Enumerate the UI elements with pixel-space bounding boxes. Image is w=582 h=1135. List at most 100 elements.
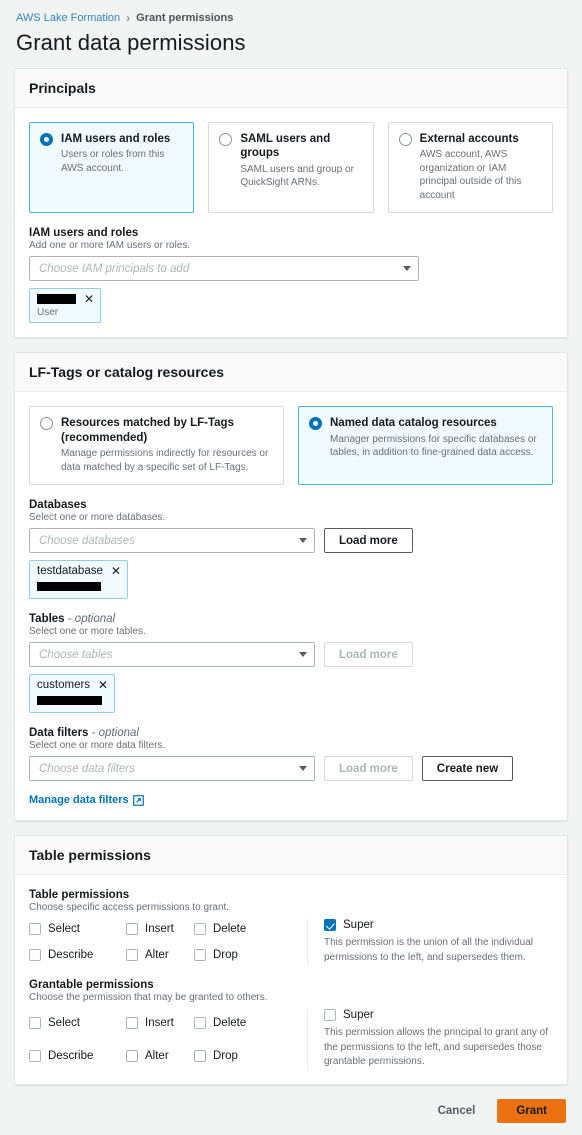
database-token: testdatabase ✕ bbox=[29, 560, 128, 600]
checkbox-icon bbox=[29, 949, 41, 962]
tables-select[interactable]: Choose tables bbox=[29, 642, 315, 668]
permissions-group-description: Choose specific access permissions to gr… bbox=[29, 902, 230, 914]
data-filters-optional-marker: - optional bbox=[91, 727, 139, 740]
permissions-super-area: Super This permission allows the princip… bbox=[307, 1009, 553, 1070]
databases-load-more-button[interactable]: Load more bbox=[324, 528, 413, 554]
checkbox-table-alter[interactable]: Alter bbox=[126, 946, 194, 966]
checkbox-icon bbox=[29, 1050, 41, 1063]
checkbox-icon bbox=[194, 922, 206, 935]
principal-option-title: SAML users and groups bbox=[240, 133, 331, 160]
checkbox-label: Alter bbox=[145, 1050, 169, 1063]
chevron-down-icon bbox=[299, 652, 307, 658]
principals-panel-header: Principals bbox=[15, 69, 567, 108]
iam-principal-token-list: ✕ User bbox=[29, 288, 553, 324]
checkbox-label: Select bbox=[48, 922, 80, 935]
permissions-group-table: Table permissions Choose specific access… bbox=[29, 889, 553, 966]
principal-option-saml-users-and-groups[interactable]: SAML users and groups SAML users and gro… bbox=[208, 122, 374, 214]
manage-data-filters-link[interactable]: Manage data filters bbox=[29, 794, 144, 806]
iam-principals-placeholder: Choose IAM principals to add bbox=[39, 262, 190, 275]
table-permissions-panel: Table permissions Table permissions Choo… bbox=[14, 835, 568, 1085]
checkbox-label: Super bbox=[343, 1009, 374, 1022]
data-filters-placeholder: Choose data filters bbox=[39, 762, 135, 775]
principal-option-external-accounts[interactable]: External accounts AWS account, AWS organ… bbox=[387, 122, 553, 214]
checkbox-label: Delete bbox=[213, 922, 247, 935]
checkbox-grantable-super[interactable]: Super bbox=[324, 1009, 553, 1022]
databases-select[interactable]: Choose databases bbox=[29, 528, 315, 554]
principal-option-iam-users-and-roles[interactable]: IAM users and roles Users or roles from … bbox=[29, 122, 195, 214]
principals-panel-body: IAM users and roles Users or roles from … bbox=[15, 108, 567, 337]
principal-option-description: Users or roles from this AWS account. bbox=[61, 149, 165, 174]
checkbox-label: Super bbox=[343, 919, 374, 932]
data-filters-select[interactable]: Choose data filters bbox=[29, 756, 315, 782]
iam-principals-description: Add one or more IAM users or roles. bbox=[29, 240, 191, 252]
remove-token-icon[interactable]: ✕ bbox=[84, 293, 94, 305]
checkbox-table-insert[interactable]: Insert bbox=[126, 919, 194, 939]
checkbox-icon bbox=[324, 1009, 336, 1022]
checkbox-grantable-describe[interactable]: Describe bbox=[29, 1043, 126, 1070]
principal-option-title: External accounts bbox=[419, 133, 519, 145]
resource-type-radio-group: Resources matched by LF-Tags (recommende… bbox=[29, 406, 553, 486]
tables-label-text: Tables bbox=[29, 613, 65, 626]
iam-principals-select[interactable]: Choose IAM principals to add bbox=[29, 256, 419, 282]
databases-label: Databases bbox=[29, 499, 87, 512]
checkbox-table-select[interactable]: Select bbox=[29, 919, 126, 939]
breadcrumb-link-root[interactable]: AWS Lake Formation bbox=[16, 12, 120, 24]
checkbox-icon bbox=[126, 1016, 138, 1029]
checkbox-icon bbox=[29, 1016, 41, 1029]
checkbox-grantable-select[interactable]: Select bbox=[29, 1009, 126, 1036]
checkbox-grantable-alter[interactable]: Alter bbox=[126, 1043, 194, 1070]
databases-field: Databases Select one or more databases. … bbox=[29, 499, 553, 600]
checkbox-icon bbox=[194, 949, 206, 962]
grant-button[interactable]: Grant bbox=[497, 1098, 566, 1123]
remove-token-icon[interactable]: ✕ bbox=[111, 565, 121, 577]
cancel-button[interactable]: Cancel bbox=[434, 1100, 480, 1122]
checkbox-label: Alter bbox=[145, 949, 169, 962]
checkbox-icon bbox=[194, 1016, 206, 1029]
checkbox-icon bbox=[194, 1050, 206, 1063]
redacted-database-sublabel bbox=[37, 582, 101, 592]
checkbox-grantable-insert[interactable]: Insert bbox=[126, 1009, 194, 1036]
checkbox-table-drop[interactable]: Drop bbox=[194, 946, 307, 966]
checkbox-label: Describe bbox=[48, 949, 94, 962]
checkbox-label: Insert bbox=[145, 1016, 174, 1029]
radio-unselected-icon bbox=[40, 417, 53, 431]
data-filters-load-more-button: Load more bbox=[324, 756, 413, 782]
tables-field: Tables - optional Select one or more tab… bbox=[29, 613, 553, 714]
checkbox-table-super[interactable]: Super bbox=[324, 919, 553, 932]
radio-selected-icon bbox=[40, 133, 53, 146]
resource-option-lf-tags[interactable]: Resources matched by LF-Tags (recommende… bbox=[29, 406, 284, 486]
radio-unselected-icon bbox=[219, 133, 233, 146]
permissions-group-description: Choose the permission that may be grante… bbox=[29, 992, 268, 1004]
redacted-table-sublabel bbox=[37, 696, 102, 706]
databases-description: Select one or more databases. bbox=[29, 512, 166, 524]
resources-section-title: LF-Tags or catalog resources bbox=[29, 364, 225, 381]
checkbox-table-delete[interactable]: Delete bbox=[194, 919, 307, 939]
checkbox-grantable-drop[interactable]: Drop bbox=[194, 1043, 307, 1070]
data-filters-label-text: Data filters bbox=[29, 727, 89, 740]
checkbox-label: Drop bbox=[213, 949, 238, 962]
resource-option-description: Manager permissions for specific databas… bbox=[330, 433, 537, 459]
checkbox-table-describe[interactable]: Describe bbox=[29, 946, 126, 966]
checkbox-icon bbox=[126, 1050, 138, 1063]
principal-option-description: SAML users and group or QuickSight ARNs. bbox=[240, 163, 354, 189]
resource-option-named-data-catalog[interactable]: Named data catalog resources Manager per… bbox=[298, 406, 553, 486]
table-token-sublabel-wrapper bbox=[37, 694, 108, 708]
database-token-label: testdatabase bbox=[37, 565, 103, 578]
table-token: customers ✕ bbox=[29, 674, 116, 714]
permissions-super-area: Super This permission is the union of al… bbox=[307, 919, 553, 966]
remove-token-icon[interactable]: ✕ bbox=[98, 679, 108, 691]
checkbox-grantable-delete[interactable]: Delete bbox=[194, 1009, 307, 1036]
breadcrumb: AWS Lake Formation › Grant permissions bbox=[0, 0, 582, 26]
radio-unselected-icon bbox=[398, 133, 412, 146]
iam-principals-field: IAM users and roles Add one or more IAM … bbox=[29, 227, 553, 324]
resources-panel: LF-Tags or catalog resources Resources m… bbox=[14, 352, 568, 822]
tables-load-more-button: Load more bbox=[324, 642, 413, 668]
table-token-list: customers ✕ bbox=[29, 674, 553, 714]
permissions-checkbox-grid: Select Insert Delete Describe Alter Drop bbox=[29, 1009, 307, 1070]
chevron-down-icon bbox=[403, 266, 411, 272]
resource-option-title: Named data catalog resources bbox=[330, 417, 497, 430]
data-filters-create-new-button[interactable]: Create new bbox=[421, 756, 514, 782]
chevron-right-icon: › bbox=[126, 11, 131, 25]
iam-principal-token: ✕ User bbox=[29, 288, 102, 324]
table-token-label: customers bbox=[37, 679, 91, 692]
